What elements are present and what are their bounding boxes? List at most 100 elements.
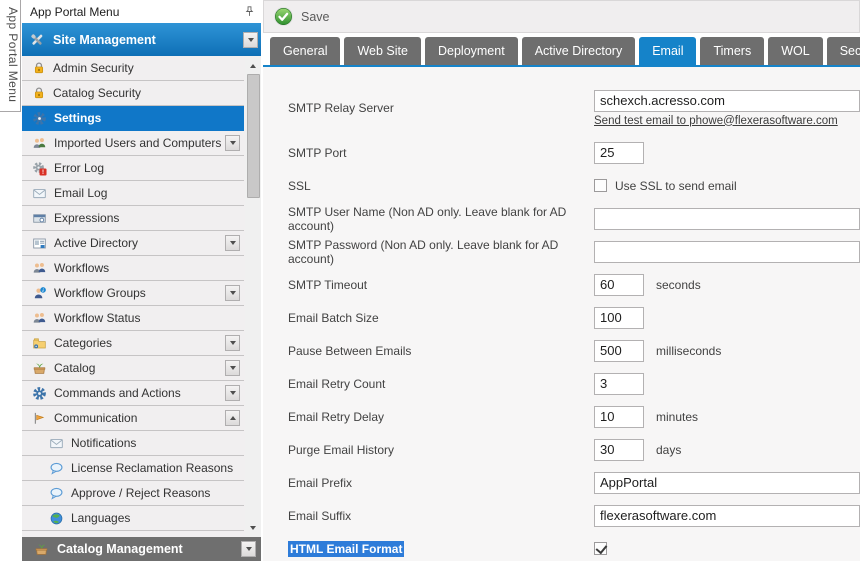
html-email-format-checkbox[interactable] xyxy=(594,542,607,555)
sidebar-item-label: Workflows xyxy=(54,261,109,275)
email-retry-count-input[interactable] xyxy=(594,373,644,395)
sidebar-item-expressions[interactable]: Expressions xyxy=(22,206,244,231)
field-label-email-retry-count: Email Retry Count xyxy=(288,377,594,391)
field-label-ssl: SSL xyxy=(288,179,594,193)
sidebar-title: App Portal Menu xyxy=(30,5,119,19)
sidebar-item-label: Categories xyxy=(54,336,112,350)
sidebar-item-workflows[interactable]: Workflows xyxy=(22,256,244,281)
pause-between-emails-unit-label: milliseconds xyxy=(656,344,721,358)
sidebar-item-notifications[interactable]: Notifications xyxy=(22,431,244,456)
email-prefix-input[interactable] xyxy=(594,472,860,494)
sidebar-item-commands-and-actions[interactable]: Commands and Actions xyxy=(22,381,244,406)
sidebar-item-approve-reject-reasons[interactable]: Approve / Reject Reasons xyxy=(22,481,244,506)
email-suffix-input[interactable] xyxy=(594,505,860,527)
send-test-email-link[interactable]: Send test email to phowe@flexerasoftware… xyxy=(594,115,838,127)
tab-email[interactable]: Email xyxy=(639,37,696,65)
smtp-timeout-input[interactable] xyxy=(594,274,644,296)
form-row-smtp-timeout: SMTP Timeout seconds xyxy=(263,268,860,301)
form-row-html-email-format: HTML Email Format xyxy=(263,532,860,561)
form-row-smtp-relay-server: SMTP Relay ServerSend test email to phow… xyxy=(263,80,860,136)
sidebar-item-categories[interactable]: Categories xyxy=(22,331,244,356)
expand-arrow-button[interactable] xyxy=(241,541,256,557)
sidebar-item-label: Active Directory xyxy=(54,236,138,250)
tab-security[interactable]: Security xyxy=(827,37,860,65)
smtp-port-input[interactable] xyxy=(594,142,644,164)
field-label-smtp-timeout: SMTP Timeout xyxy=(288,278,594,292)
sidebar-item-catalog-security[interactable]: Catalog Security xyxy=(22,81,244,106)
scroll-down-arrow[interactable] xyxy=(245,520,261,535)
sidebar-item-workflow-groups[interactable]: iWorkflow Groups xyxy=(22,281,244,306)
scroll-up-arrow[interactable] xyxy=(245,58,261,73)
lock-icon xyxy=(32,61,46,75)
sidebar-item-label: Languages xyxy=(71,511,130,525)
expand-arrow-button[interactable] xyxy=(225,385,240,401)
sidebar-item-active-directory[interactable]: Active Directory xyxy=(22,231,244,256)
sidebar-item-imported-users-and-computers[interactable]: Imported Users and Computers xyxy=(22,131,244,156)
smtp-timeout-unit-label: seconds xyxy=(656,278,701,292)
expand-arrow-button[interactable] xyxy=(225,135,240,151)
sidebar-item-admin-security[interactable]: Admin Security xyxy=(22,56,244,81)
svg-text:!: ! xyxy=(42,169,44,176)
expand-arrow-button[interactable] xyxy=(225,335,240,351)
tab-deployment[interactable]: Deployment xyxy=(425,37,518,65)
pin-icon[interactable] xyxy=(243,5,256,18)
highlighted-label: HTML Email Format xyxy=(288,541,404,557)
tab-web-site[interactable]: Web Site xyxy=(344,37,421,65)
tools-icon xyxy=(29,32,45,48)
save-button[interactable]: Save xyxy=(273,6,330,27)
collapse-arrow-button[interactable] xyxy=(243,32,258,48)
scrollbar-thumb[interactable] xyxy=(247,74,260,198)
field-label-smtp-password: SMTP Password (Non AD only. Leave blank … xyxy=(288,238,594,266)
save-check-icon xyxy=(273,6,294,27)
app-portal-menu-vertical-tab[interactable]: App Portal Menu xyxy=(0,0,21,112)
sidebar-item-settings[interactable]: Settings xyxy=(22,106,244,131)
speech-bubble-icon xyxy=(49,461,64,476)
sidebar-item-workflow-status[interactable]: Workflow Status xyxy=(22,306,244,331)
expand-arrow-button[interactable] xyxy=(225,235,240,251)
globe-icon xyxy=(49,511,64,526)
lock-icon xyxy=(32,86,46,100)
person-info-icon: i xyxy=(32,286,47,301)
ssl-checkbox[interactable] xyxy=(594,179,607,192)
form-row-smtp-password: SMTP Password (Non AD only. Leave blank … xyxy=(263,235,860,268)
sidebar-item-label: Admin Security xyxy=(53,61,134,75)
sidebar-item-languages[interactable]: Languages xyxy=(22,506,244,531)
field-control-ssl: Use SSL to send email xyxy=(594,179,860,193)
expand-arrow-button[interactable] xyxy=(225,360,240,376)
sidebar-item-catalog[interactable]: Catalog xyxy=(22,356,244,381)
smtp-password-input[interactable] xyxy=(594,241,860,263)
error-gear-icon: ! xyxy=(32,161,47,176)
save-button-label: Save xyxy=(301,10,330,24)
field-label-email-prefix: Email Prefix xyxy=(288,476,594,490)
email-batch-size-input[interactable] xyxy=(594,307,644,329)
expand-arrow-button[interactable] xyxy=(225,285,240,301)
tab-timers[interactable]: Timers xyxy=(700,37,764,65)
users-icon xyxy=(32,136,47,151)
email-retry-delay-input[interactable] xyxy=(594,406,644,428)
field-control-pause-between-emails: milliseconds xyxy=(594,340,860,362)
purge-email-history-unit-label: days xyxy=(656,443,681,457)
gear-icon xyxy=(32,386,47,401)
sidebar-item-error-log[interactable]: !Error Log xyxy=(22,156,244,181)
tab-active-directory[interactable]: Active Directory xyxy=(522,37,636,65)
tab-general[interactable]: General xyxy=(270,37,340,65)
field-control-smtp-user-name xyxy=(594,208,860,230)
collapse-arrow-button[interactable] xyxy=(225,410,240,426)
field-label-email-suffix: Email Suffix xyxy=(288,509,594,523)
pause-between-emails-input[interactable] xyxy=(594,340,644,362)
sidebar-scrollbar[interactable] xyxy=(245,56,261,537)
form-row-pause-between-emails: Pause Between Emailsmilliseconds xyxy=(263,334,860,367)
sidebar-section-site-management[interactable]: Site Management xyxy=(22,23,261,56)
sidebar-item-license-reclamation-reasons[interactable]: License Reclamation Reasons xyxy=(22,456,244,481)
sidebar-item-label: Catalog xyxy=(54,361,95,375)
form-row-smtp-port: SMTP Port xyxy=(263,136,860,169)
sidebar-item-communication[interactable]: Communication xyxy=(22,406,244,431)
flag-pole-icon xyxy=(32,411,47,426)
sidebar-item-email-log[interactable]: Email Log xyxy=(22,181,244,206)
window-icon xyxy=(32,211,47,226)
sidebar-section-catalog-management[interactable]: Catalog Management xyxy=(22,537,261,561)
tab-wol[interactable]: WOL xyxy=(768,37,822,65)
smtp-user-name-input[interactable] xyxy=(594,208,860,230)
smtp-relay-server-input[interactable] xyxy=(594,90,860,112)
purge-email-history-input[interactable] xyxy=(594,439,644,461)
